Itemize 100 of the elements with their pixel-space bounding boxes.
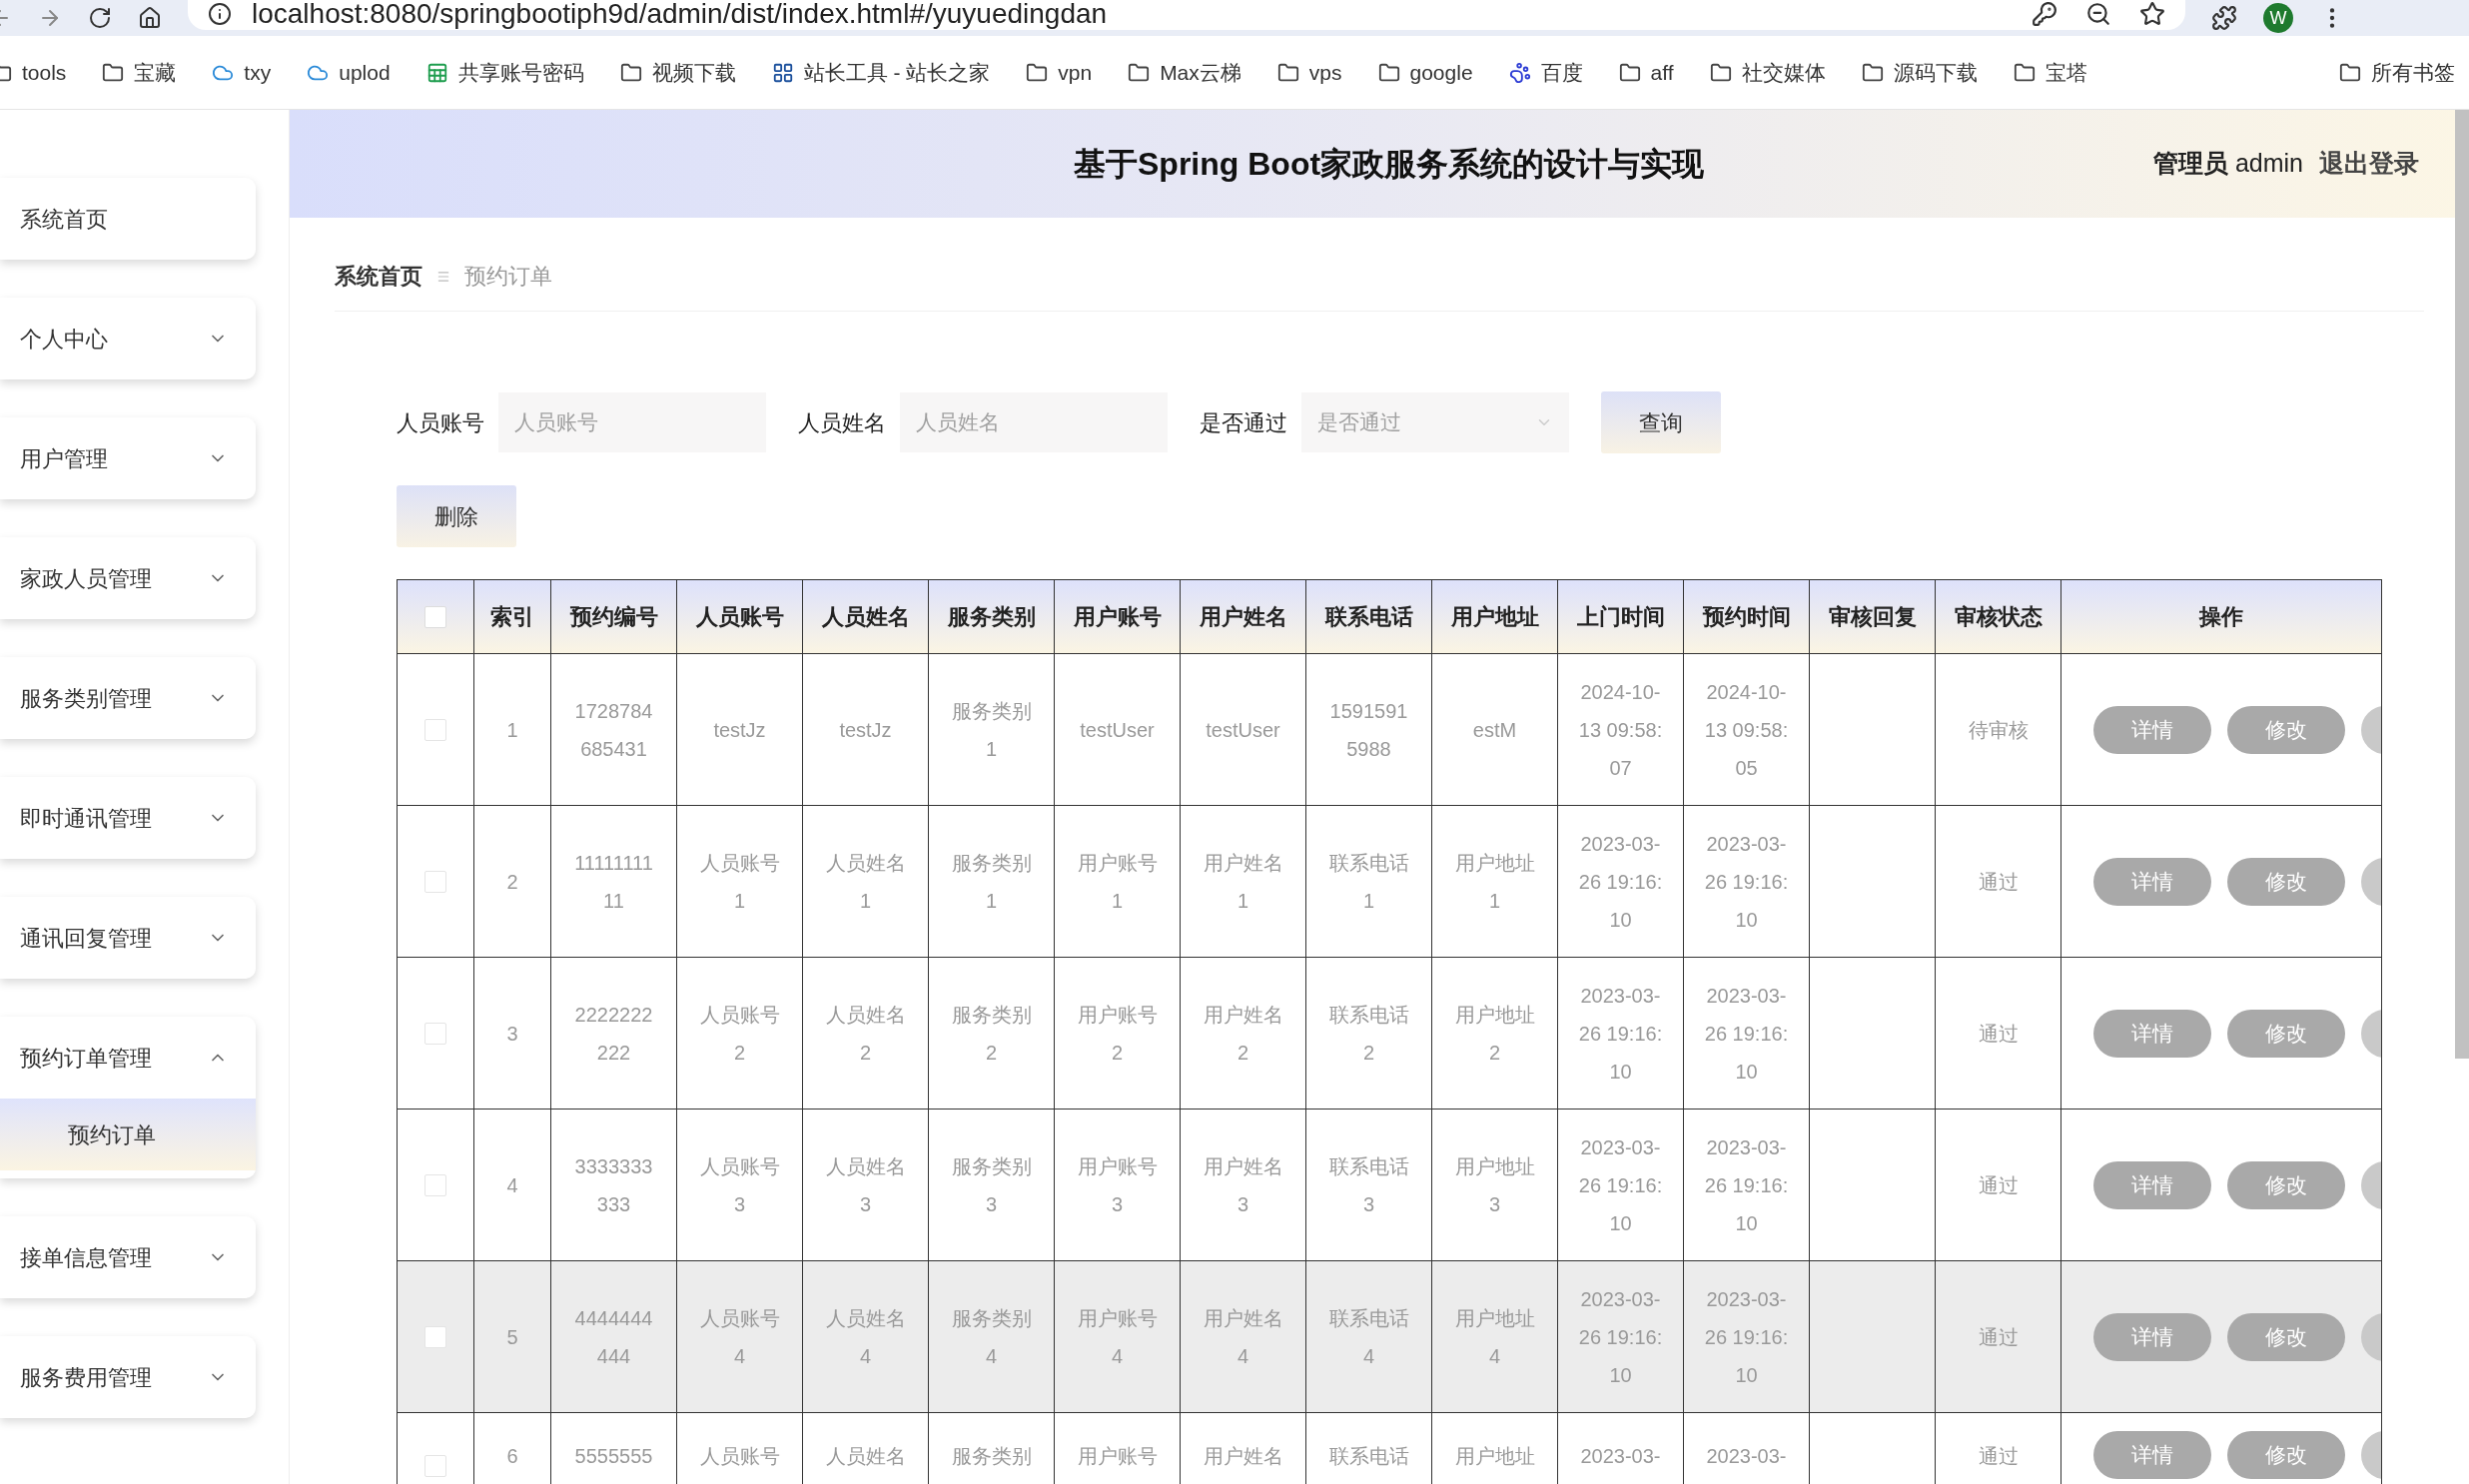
- star-icon[interactable]: [2139, 1, 2165, 27]
- key-icon[interactable]: [2032, 1, 2058, 27]
- table-cell-text: 15915915988: [1328, 698, 1409, 762]
- table-cell-text: 用户姓名3: [1202, 1153, 1284, 1217]
- folder-icon: [2013, 61, 2036, 84]
- table-cell-text: 2023-03-26 19:16:10: [1578, 1134, 1663, 1236]
- table-cell-text: 2222222222: [573, 1002, 654, 1066]
- table-cell-text: testUser: [1079, 717, 1156, 743]
- select-all-checkbox[interactable]: [424, 605, 446, 628]
- table-cell-text: 服务类别: [950, 1444, 1033, 1469]
- home-icon[interactable]: [138, 6, 162, 30]
- bookmark-link[interactable]: 共享账号密码: [457, 56, 584, 89]
- table-cell-text: 1111111111: [573, 850, 654, 914]
- bookmark-link[interactable]: aff: [1650, 56, 1674, 89]
- extensions-icon[interactable]: [2211, 5, 2237, 31]
- folder-icon: [1861, 61, 1884, 84]
- table-cell-text: 用户账号: [1076, 1444, 1159, 1469]
- submenu-item[interactable]: 预约订单: [0, 1099, 256, 1170]
- info-icon[interactable]: [208, 2, 232, 26]
- table-cell-text: 人员账号4: [698, 1305, 781, 1369]
- sidebar-item[interactable]: 服务类别管理: [0, 657, 256, 739]
- table-cell-text: 用户账号4: [1076, 1305, 1159, 1369]
- search-button[interactable]: 查询: [1601, 391, 1721, 453]
- sidebar-item[interactable]: 通讯回复管理: [0, 897, 256, 979]
- table-cell-text: 5: [505, 1324, 519, 1350]
- breadcrumb-item[interactable]: 系统首页: [335, 260, 422, 293]
- bookmark-link[interactable]: vpn: [1058, 56, 1093, 89]
- table-cell-text: 人员账号3: [698, 1153, 781, 1217]
- table-cell-text: 人员姓名: [824, 1444, 907, 1469]
- bookmark-link[interactable]: 所有书签: [2371, 56, 2455, 89]
- sidebar-item[interactable]: 家政人员管理: [0, 537, 256, 619]
- table-cell-text: 待审核: [1967, 717, 2030, 743]
- bookmark-link[interactable]: uplod: [339, 56, 391, 89]
- table-cell-text: 5555555: [573, 1444, 654, 1469]
- sidebar-item[interactable]: 个人中心: [0, 298, 256, 379]
- sidebar-item[interactable]: 接单信息管理: [0, 1216, 256, 1298]
- table-cell-text: 通过: [1977, 1324, 2020, 1350]
- logout-link[interactable]: 退出登录: [2319, 145, 2419, 183]
- spreadsheet-icon: [425, 61, 448, 84]
- bookmark-link[interactable]: 视频下载: [651, 56, 736, 89]
- folder-icon: [1276, 61, 1299, 84]
- bookmark-link[interactable]: 源码下载: [1893, 56, 1978, 89]
- row-checkbox[interactable]: [424, 1022, 446, 1045]
- table-cell-text: 通过: [1977, 869, 2020, 895]
- input-field[interactable]: 人员账号: [498, 392, 766, 452]
- table-cell-text: 服务类别1: [950, 850, 1033, 914]
- table-cell-text: 6: [505, 1444, 519, 1469]
- table-cell-text: 用户地址: [1453, 1444, 1536, 1469]
- profile-avatar[interactable]: W: [2263, 3, 2293, 33]
- row-checkbox[interactable]: [424, 1455, 446, 1477]
- row-checkbox[interactable]: [424, 870, 446, 893]
- table-cell-text: 人员姓名4: [824, 1305, 907, 1369]
- table-cell-text: 人员账号2: [698, 1002, 781, 1066]
- table-cell-text: 2023-03-26 19:16:10: [1578, 1286, 1663, 1388]
- field-label: 人员姓名: [798, 408, 886, 437]
- table-cell-text: 用户地址4: [1453, 1305, 1536, 1369]
- table-cell-text: 用户地址1: [1453, 850, 1536, 914]
- system-title: 基于Spring Boot家政服务系统的设计与实现: [1074, 145, 1705, 184]
- bookmark-link[interactable]: google: [1409, 56, 1473, 89]
- row-checkbox[interactable]: [424, 1173, 446, 1196]
- table-cell-text: 2023-03-26 19:16:10: [1704, 1134, 1789, 1236]
- field-label: 是否通过: [1200, 408, 1287, 437]
- row-checkbox[interactable]: [424, 718, 446, 741]
- table-cell-text: 联系电话4: [1327, 1305, 1410, 1369]
- address-bar[interactable]: localhost:8080/springbootiph9d/admin/dist/index.html#/yuyuedingdan: [188, 0, 2185, 30]
- reload-icon[interactable]: [88, 6, 112, 30]
- bookmark-link[interactable]: Max云梯: [1160, 56, 1241, 89]
- table-cell-text: 用户姓名: [1202, 1444, 1284, 1469]
- row-checkbox[interactable]: [424, 1325, 446, 1348]
- sidebar-item[interactable]: 即时通讯管理: [0, 777, 256, 859]
- bookmark-link[interactable]: 宝塔: [2045, 56, 2087, 89]
- table-cell-text: 2023-03-26 19:16:10: [1578, 831, 1663, 933]
- delete-button[interactable]: 删除: [397, 485, 516, 547]
- folder-icon: [1618, 61, 1641, 84]
- zoom-icon[interactable]: [2085, 1, 2111, 27]
- table-cell-text: 2023-03-: [1705, 1444, 1788, 1469]
- bookmark-link[interactable]: 宝藏: [134, 56, 177, 89]
- sidebar-item[interactable]: 系统首页: [0, 178, 256, 260]
- sidebar-item[interactable]: 用户管理: [0, 417, 256, 499]
- folder-icon: [619, 61, 642, 84]
- table-cell-text: testUser: [1205, 717, 1281, 743]
- sidebar-item[interactable]: 预约订单管理: [0, 1017, 256, 1099]
- table-cell-text: 通过: [1977, 1172, 2020, 1198]
- sidebar-item[interactable]: 服务费用管理: [0, 1336, 256, 1418]
- table-cell-text: 用户姓名2: [1202, 1002, 1284, 1066]
- table-cell-text: 用户地址2: [1453, 1002, 1536, 1066]
- bookmark-link[interactable]: vps: [1308, 56, 1342, 89]
- bookmark-link[interactable]: tools: [22, 56, 67, 89]
- bookmark-link[interactable]: 百度: [1540, 56, 1583, 89]
- table-cell-text: 通过: [1977, 1444, 2020, 1469]
- bookmark-link[interactable]: 社交媒体: [1741, 56, 1826, 89]
- table-cell-text: 2023-03-26 19:16:10: [1704, 1286, 1789, 1388]
- scrollbar[interactable]: [2455, 110, 2469, 1059]
- site-icon: [771, 61, 794, 84]
- input-field[interactable]: 人员姓名: [900, 392, 1168, 452]
- bookmark-link[interactable]: txy: [244, 56, 272, 89]
- bookmark-link[interactable]: 站长工具 - 站长之家: [803, 56, 991, 89]
- table-cell-text: 用户姓名1: [1202, 850, 1284, 914]
- paw-icon: [1508, 61, 1531, 84]
- table-cell-text: 2023-03-: [1579, 1444, 1662, 1469]
